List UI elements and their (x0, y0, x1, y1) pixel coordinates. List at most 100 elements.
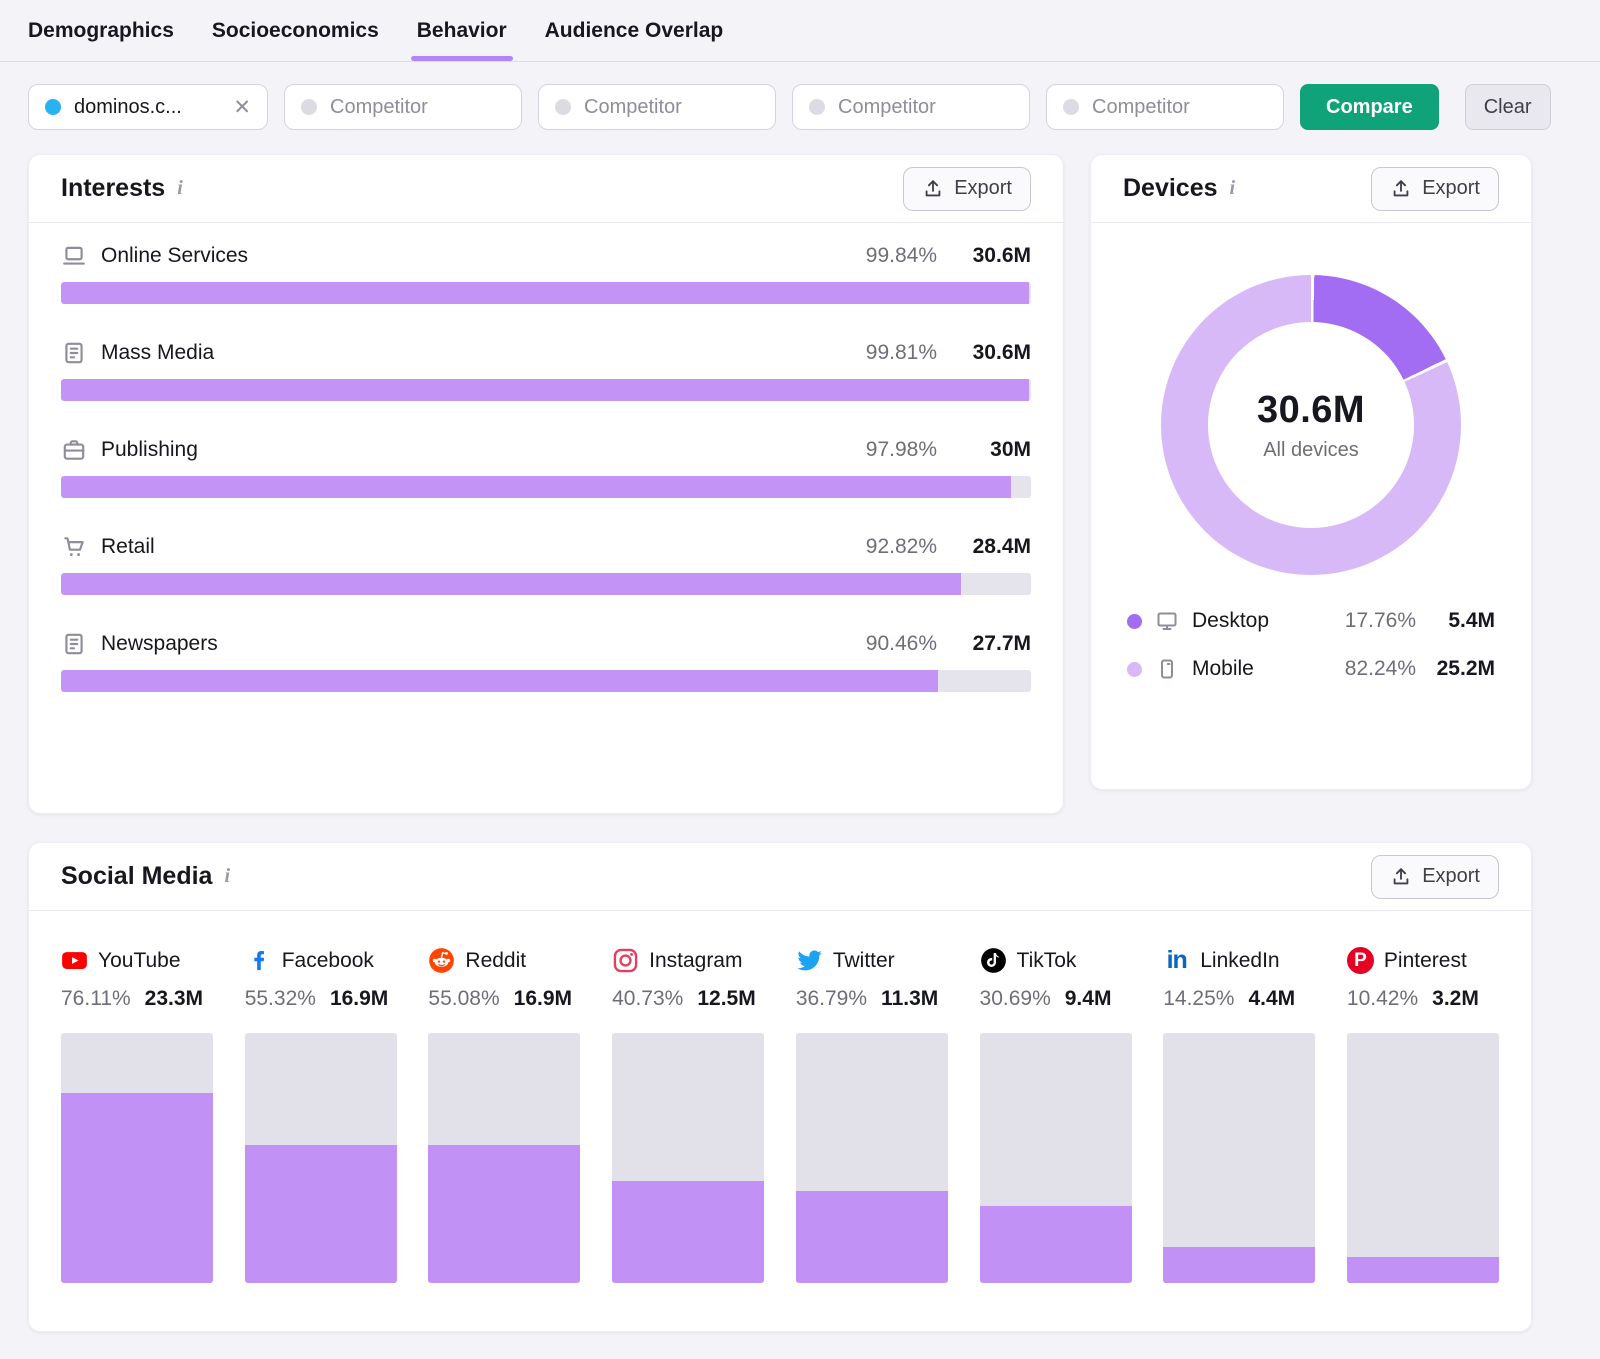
export-icon (1393, 867, 1409, 884)
competitor-input-1[interactable]: Competitor (284, 84, 522, 130)
social-column-instagram: Instagram 40.73% 12.5M (612, 947, 765, 1283)
tiktok-icon (980, 947, 1007, 974)
interest-label: Publishing (101, 438, 198, 461)
interest-bar (61, 670, 1031, 692)
platform-percent: 55.32% (244, 987, 316, 1010)
newspaper-icon (61, 340, 87, 366)
interest-value: 28.4M (972, 535, 1031, 558)
platform-value: 16.9M (329, 987, 389, 1010)
platform-percent: 10.42% (1346, 987, 1419, 1010)
mobile-legend-dot (1127, 661, 1142, 677)
platform-name: Twitter (832, 948, 895, 972)
donut-total: 30.6M (1256, 388, 1366, 431)
legend-row-desktop: Desktop 17.76% 5.4M (1127, 609, 1495, 633)
compare-button[interactable]: Compare (1300, 84, 1439, 130)
domain-dot-icon (45, 99, 61, 115)
facebook-icon (245, 947, 272, 974)
interest-bar (61, 476, 1031, 498)
platform-value: 12.5M (697, 987, 756, 1010)
interests-title: Interests (61, 174, 166, 202)
interest-percent: 99.84% (865, 244, 937, 267)
interest-row: Publishing 97.98% 30M (61, 437, 1031, 498)
interest-percent: 97.98% (865, 438, 937, 461)
tab-socioeconomics[interactable]: Socioeconomics (212, 0, 379, 61)
platform-name: LinkedIn (1200, 948, 1280, 972)
top-tab-bar: Demographics Socioeconomics Behavior Aud… (0, 0, 1600, 62)
platform-bar (1346, 1033, 1499, 1283)
devices-legend: Desktop 17.76% 5.4M Mobile 82.24% 25.2M (1091, 609, 1531, 727)
devices-card: Devices i Export 30.6M All devices Deskt… (1090, 154, 1532, 790)
social-column-twitter: Twitter 36.79% 11.3M (795, 947, 948, 1283)
platform-bar (1163, 1033, 1316, 1283)
interests-card: Interests i Export Online Services 99.84… (28, 154, 1064, 814)
platform-percent: 55.08% (428, 987, 500, 1010)
platform-percent: 14.25% (1163, 987, 1235, 1010)
competitor-dot-icon (301, 99, 317, 115)
platform-name: Pinterest (1383, 948, 1467, 972)
devices-title: Devices (1123, 174, 1218, 202)
competitor-placeholder: Competitor (584, 95, 682, 118)
competitor-dot-icon (555, 99, 571, 115)
info-icon[interactable]: i (224, 865, 230, 888)
domain-chip[interactable]: dominos.c... ✕ (28, 84, 268, 130)
competitor-input-4[interactable]: Competitor (1046, 84, 1284, 130)
export-button[interactable]: Export (1371, 854, 1499, 899)
platform-name: TikTok (1016, 948, 1077, 972)
devices-donut-chart: 30.6M All devices (1161, 275, 1461, 575)
laptop-icon (61, 243, 87, 269)
pinterest-icon: P (1346, 947, 1374, 974)
tab-audience-overlap[interactable]: Audience Overlap (545, 0, 724, 61)
social-media-card: Social Media i Export YouTube 76.11% 23.… (28, 842, 1532, 1332)
competitor-dot-icon (809, 99, 825, 115)
competitor-input-3[interactable]: Competitor (792, 84, 1030, 130)
filters-row: dominos.c... ✕ Competitor Competitor Com… (0, 62, 1600, 154)
interest-bar (61, 282, 1031, 304)
export-button[interactable]: Export (1371, 166, 1499, 211)
interest-row: Mass Media 99.81% 30.6M (61, 340, 1031, 401)
interest-percent: 90.46% (865, 632, 937, 655)
reddit-icon (428, 947, 455, 974)
platform-value: 23.3M (144, 987, 204, 1010)
platform-bar (979, 1033, 1132, 1283)
platform-percent: 30.69% (979, 987, 1051, 1010)
legend-percent: 82.24% (1344, 657, 1416, 680)
export-icon (925, 179, 941, 196)
social-column-facebook: Facebook 55.32% 16.9M (244, 947, 397, 1283)
platform-bar (428, 1033, 581, 1283)
export-button[interactable]: Export (903, 166, 1031, 211)
remove-domain-icon[interactable]: ✕ (233, 97, 251, 118)
tab-behavior[interactable]: Behavior (410, 0, 513, 61)
interest-label: Newspapers (101, 632, 218, 655)
interest-percent: 92.82% (865, 535, 937, 558)
monitor-icon (1155, 609, 1179, 633)
platform-value: 4.4M (1248, 987, 1296, 1010)
competitor-input-2[interactable]: Competitor (538, 84, 776, 130)
info-icon[interactable]: i (177, 177, 183, 200)
social-column-linkedin: in LinkedIn 14.25% 4.4M (1163, 946, 1316, 1283)
legend-label: Mobile (1192, 657, 1254, 680)
platform-bar (61, 1033, 213, 1283)
social-column-pinterest: P Pinterest 10.42% 3.2M (1346, 947, 1499, 1283)
competitor-dot-icon (1063, 99, 1079, 115)
domain-label: dominos.c... (74, 95, 182, 118)
tab-demographics[interactable]: Demographics (28, 0, 174, 61)
phone-icon (1155, 657, 1179, 681)
social-column-reddit: Reddit 55.08% 16.9M (428, 947, 581, 1283)
platform-percent: 76.11% (61, 987, 131, 1010)
platform-value: 3.2M (1432, 987, 1479, 1010)
desktop-legend-dot (1127, 613, 1142, 629)
clear-button[interactable]: Clear (1464, 84, 1551, 130)
competitor-placeholder: Competitor (838, 95, 936, 118)
platform-value: 11.3M (881, 987, 939, 1010)
legend-value: 25.2M (1436, 657, 1495, 680)
newspaper-icon (61, 631, 87, 657)
platform-name: Reddit (465, 948, 527, 972)
social-column-youtube: YouTube 76.11% 23.3M (61, 947, 213, 1283)
linkedin-icon: in (1166, 946, 1188, 974)
interest-bar (61, 379, 1031, 401)
interest-value: 30.6M (972, 244, 1031, 267)
platform-value: 16.9M (513, 987, 573, 1010)
platform-bar (244, 1033, 397, 1283)
info-icon[interactable]: i (1230, 177, 1236, 200)
social-title: Social Media (61, 862, 213, 890)
